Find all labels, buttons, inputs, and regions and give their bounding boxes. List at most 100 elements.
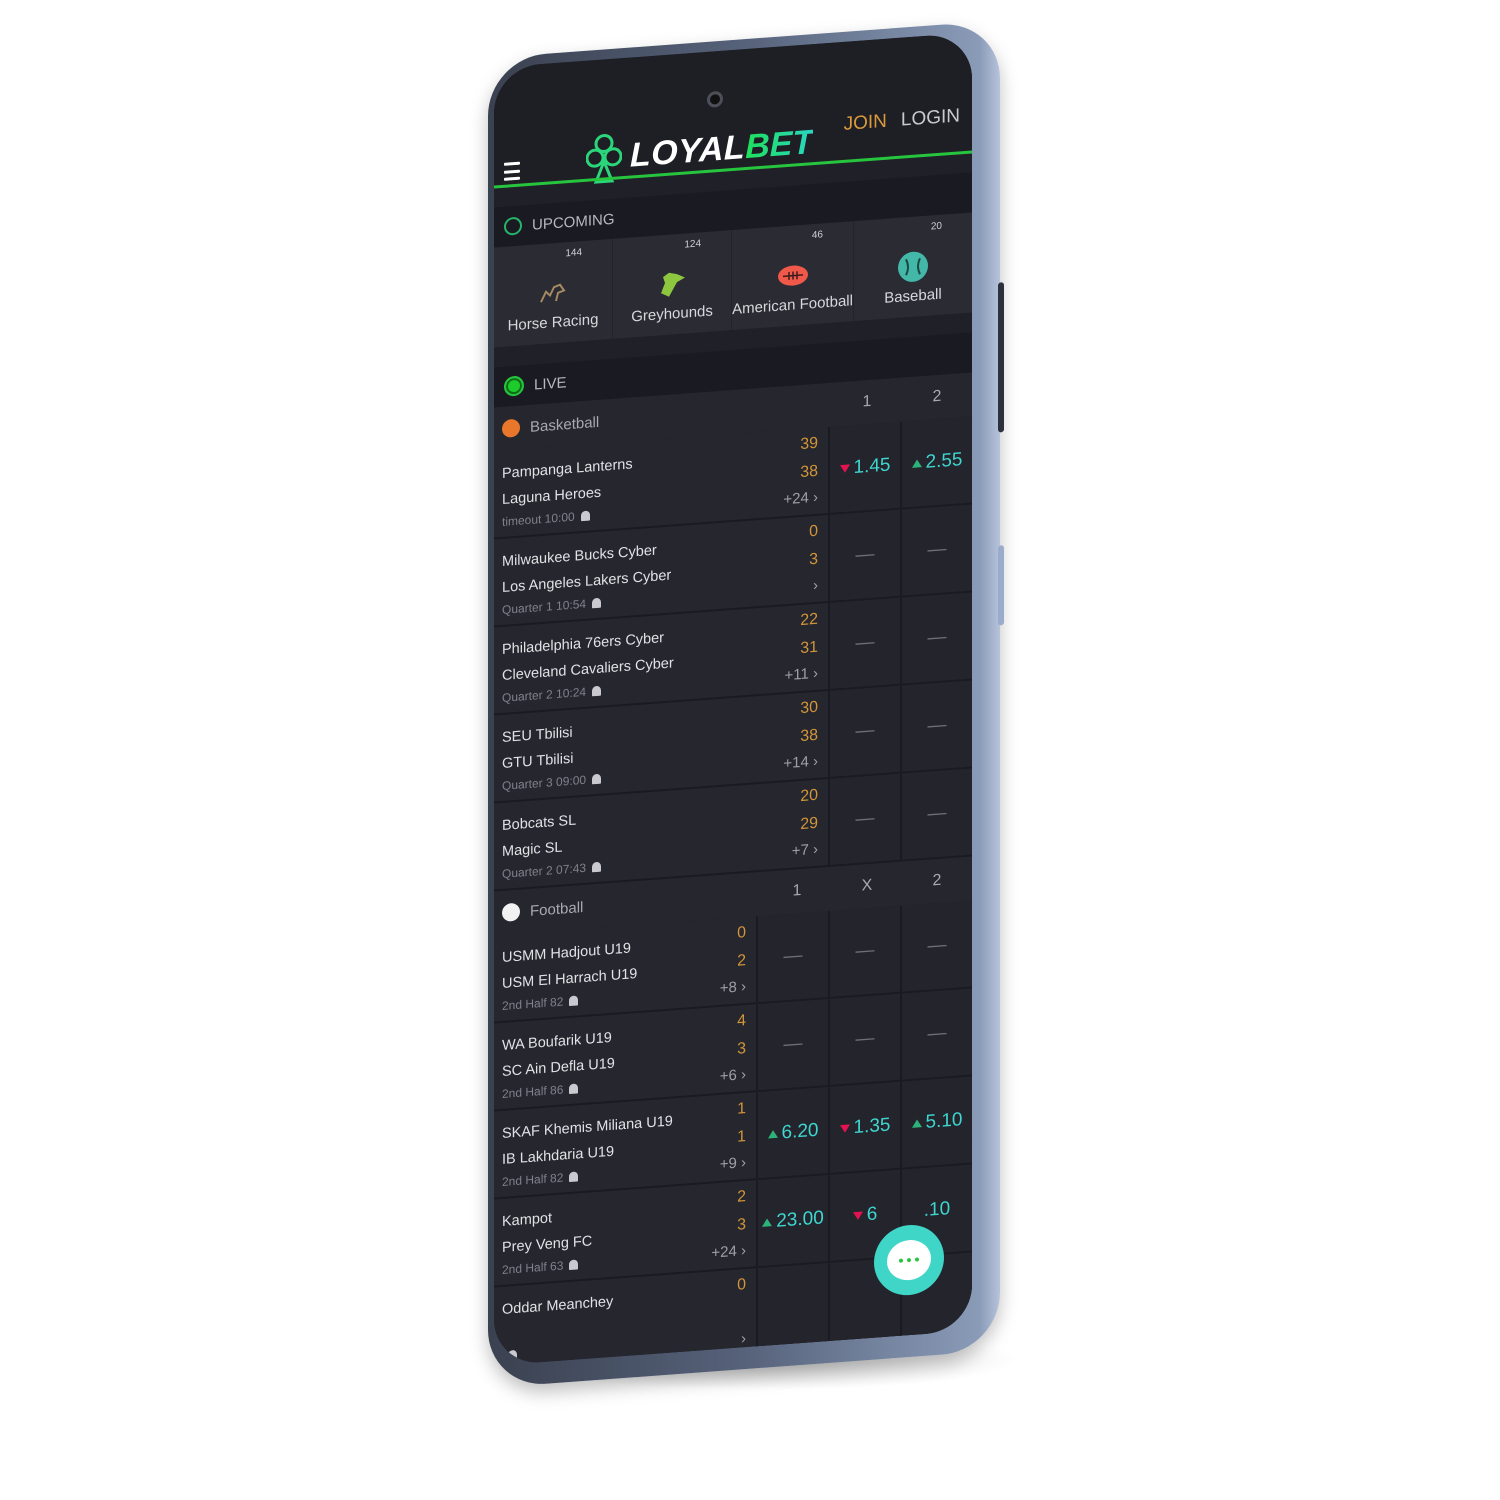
chevron-right-icon: › xyxy=(741,1242,746,1260)
more-markets-count: +9 xyxy=(719,1154,737,1173)
status-text: 2nd Half 82 xyxy=(502,1170,564,1189)
odds-value: 1.35 xyxy=(853,1114,891,1139)
brand-name-bet: BET xyxy=(745,122,814,166)
volume-button xyxy=(998,545,1004,626)
odds-cell[interactable]: — xyxy=(900,680,972,772)
bell-icon[interactable] xyxy=(569,1171,579,1183)
sport-name: Horse Racing xyxy=(507,310,599,335)
odds-cell[interactable]: — xyxy=(828,597,900,690)
sport-count: 144 xyxy=(565,247,583,260)
chevron-right-icon: › xyxy=(813,576,818,595)
chat-bubble-icon xyxy=(887,1238,931,1282)
match-info[interactable]: USMM Hadjout U19 USM El Harrach U19 2nd … xyxy=(494,916,756,1021)
match-scores: 2 3 +24 › xyxy=(711,1183,746,1266)
bell-icon[interactable] xyxy=(592,597,602,609)
odds-value: — xyxy=(783,944,803,968)
sport-tab-greyhounds[interactable]: 124 Greyhounds xyxy=(613,230,733,339)
trend-arrow-icon xyxy=(839,464,850,474)
match-scores: 39 38 +24 › xyxy=(783,430,818,513)
more-markets-link[interactable]: +24 › xyxy=(711,1239,746,1266)
odds-cell[interactable]: — xyxy=(828,773,900,866)
more-markets-link[interactable]: +11 › xyxy=(784,662,818,688)
trend-arrow-icon xyxy=(767,1129,778,1139)
home-score: 20 xyxy=(800,786,818,806)
more-markets-link[interactable]: +6 › xyxy=(720,1063,746,1089)
bell-icon[interactable] xyxy=(592,861,602,873)
away-score: 3 xyxy=(737,1216,746,1234)
league-name: Basketball xyxy=(530,413,600,436)
odds-cell[interactable]: — xyxy=(900,768,972,860)
chevron-right-icon: › xyxy=(741,978,746,996)
odds-cell[interactable]: — xyxy=(900,988,972,1080)
bell-icon[interactable] xyxy=(569,1259,579,1271)
sport-name: Baseball xyxy=(884,285,942,307)
odds-cell[interactable]: — xyxy=(828,993,900,1086)
odds-cell[interactable]: — xyxy=(756,911,828,1003)
hamburger-menu-icon[interactable] xyxy=(504,161,520,181)
odds-cell[interactable]: — xyxy=(900,504,972,596)
match-scores: 20 29 +7 › xyxy=(792,782,818,864)
bell-icon[interactable] xyxy=(508,1349,517,1361)
bell-icon[interactable] xyxy=(569,1083,579,1095)
bell-icon[interactable] xyxy=(592,773,602,785)
sport-count: 124 xyxy=(684,238,702,251)
away-score: 31 xyxy=(800,638,818,658)
more-markets-link[interactable]: +24 › xyxy=(783,486,818,513)
more-markets-count: +24 xyxy=(711,1242,737,1262)
odds-cell[interactable]: 5.10 xyxy=(900,1076,972,1168)
home-score: 0 xyxy=(809,522,818,541)
odds-value: 5.10 xyxy=(925,1109,963,1133)
away-score: 2 xyxy=(737,952,746,970)
odds-cell[interactable]: — xyxy=(900,592,972,684)
column-header: X xyxy=(861,876,873,895)
more-markets-link[interactable]: +9 › xyxy=(720,1151,746,1177)
more-markets-link[interactable]: +7 › xyxy=(792,838,818,864)
bell-icon[interactable] xyxy=(569,995,579,1007)
more-markets-link[interactable]: +14 › xyxy=(783,750,818,777)
odds-cell[interactable]: 2.55 xyxy=(900,416,972,508)
bell-icon[interactable] xyxy=(592,685,602,697)
odds-value: 6 xyxy=(866,1203,878,1226)
home-score: 22 xyxy=(800,610,818,630)
status-text: timeout 10:00 xyxy=(502,509,575,529)
odds-value: — xyxy=(927,538,947,561)
more-markets-link[interactable]: +8 › xyxy=(720,975,746,1001)
column-header: 2 xyxy=(932,871,942,890)
odds-value: 6.20 xyxy=(781,1119,819,1144)
phone-screen: LOYAL BET JOIN LOGIN UPCOMING 144 Horse R… xyxy=(494,32,972,1366)
odds-cell[interactable]: — xyxy=(900,900,972,992)
odds-value: — xyxy=(855,543,875,567)
sport-count: 20 xyxy=(930,220,942,233)
odds-cell[interactable]: 1.45 xyxy=(828,421,900,514)
home-score: 39 xyxy=(800,434,818,454)
match-info[interactable]: WA Boufarik U19 SC Ain Defla U19 2nd Hal… xyxy=(494,1004,756,1109)
odds-value: — xyxy=(927,802,947,825)
odds-cell[interactable]: — xyxy=(828,685,900,778)
odds-value: .10 xyxy=(923,1198,951,1221)
odds-cell[interactable]: 6.20 xyxy=(756,1087,828,1179)
login-button[interactable]: LOGIN xyxy=(901,105,960,131)
basketball-matches: Pampanga Lanterns Laguna Heroes timeout … xyxy=(494,416,972,892)
odds-value: — xyxy=(927,714,947,737)
odds-cell[interactable]: — xyxy=(828,509,900,602)
home-score: 2 xyxy=(737,1188,746,1206)
sport-tab-horse-racing[interactable]: 144 Horse Racing xyxy=(494,238,614,348)
bell-icon[interactable] xyxy=(580,510,590,522)
join-button[interactable]: JOIN xyxy=(844,111,887,136)
odds-value: — xyxy=(927,1022,947,1045)
sport-tab-american-football[interactable]: 46 American Football xyxy=(732,221,854,331)
sport-tab-baseball[interactable]: 20 Baseball xyxy=(854,212,972,321)
chevron-right-icon: › xyxy=(813,488,818,507)
odds-cell[interactable]: — xyxy=(828,905,900,998)
odds-value: — xyxy=(927,626,947,649)
league-name: Football xyxy=(530,898,584,920)
odds-cell[interactable]: 23.00 xyxy=(756,1175,828,1267)
odds-cell[interactable] xyxy=(756,1263,828,1355)
odds-cell[interactable]: 1.35 xyxy=(828,1081,900,1174)
match-info[interactable]: SKAF Khemis Miliana U19 IB Lakhdaria U19… xyxy=(494,1092,756,1197)
match-info[interactable]: Kampot Prey Veng FC 2nd Half 63 2 3 +24 … xyxy=(494,1180,756,1285)
more-markets-link[interactable]: › xyxy=(809,574,818,599)
brand-logo[interactable]: LOYAL BET xyxy=(586,116,813,185)
odds-cell[interactable]: — xyxy=(756,999,828,1091)
match-scores: 22 31 +11 › xyxy=(784,606,818,688)
